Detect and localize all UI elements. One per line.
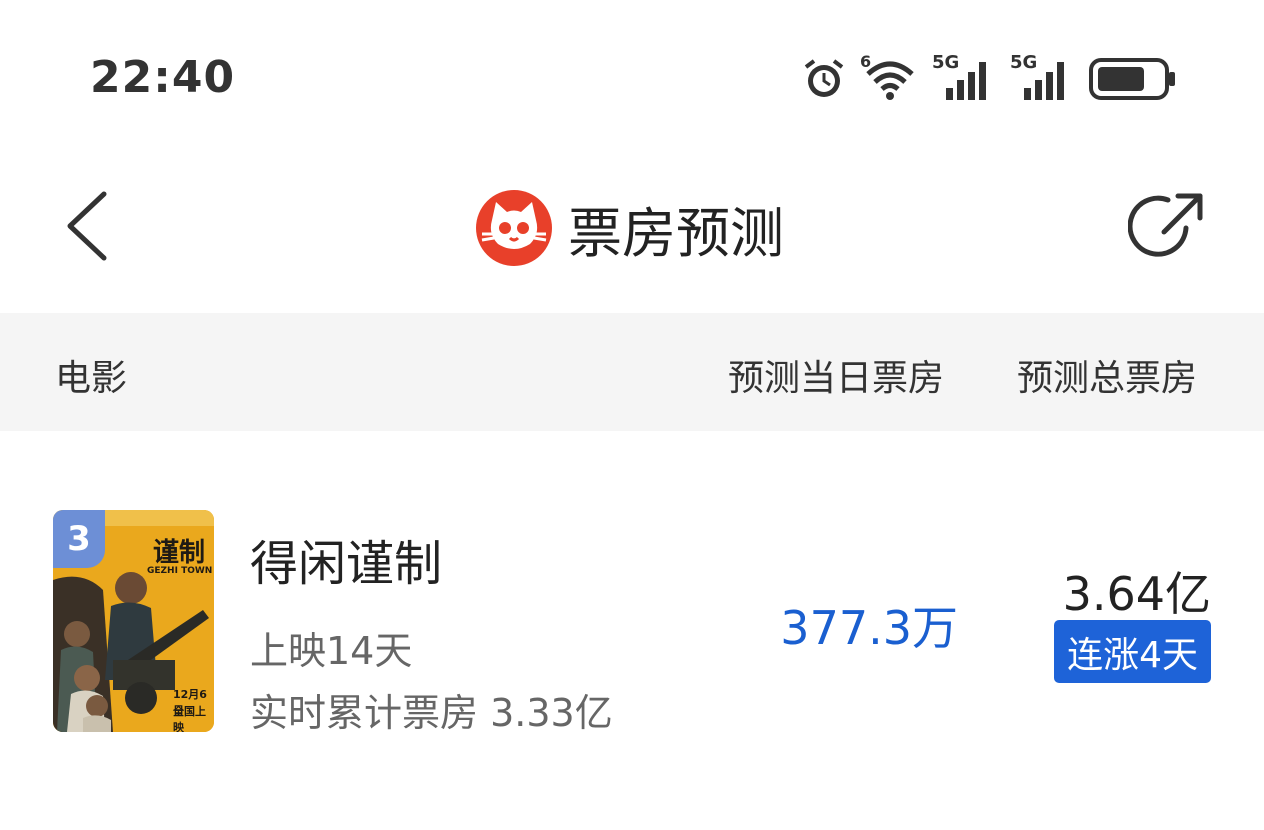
trend-badge: 连涨4天 bbox=[1054, 620, 1211, 683]
poster-subtitle-mark: GEZHI TOWN bbox=[147, 566, 213, 576]
net-label-2: 5G bbox=[1010, 52, 1038, 73]
table-header: 电影 预测当日票房 预测总票房 bbox=[0, 313, 1264, 431]
header-total-forecast[interactable]: 预测总票房 bbox=[1017, 349, 1197, 401]
daily-forecast-value: 377.3万 bbox=[780, 601, 958, 655]
share-icon bbox=[1127, 193, 1203, 257]
status-bar: 22:40 6 5G 5G bbox=[0, 0, 1264, 160]
days-showing: 上映14天 bbox=[250, 629, 413, 673]
wifi-badge: 6 bbox=[860, 52, 872, 71]
status-icons: 6 5G 5G bbox=[802, 52, 1178, 102]
share-button[interactable] bbox=[1127, 188, 1208, 268]
cumulative-box-office: 实时累计票房 3.33亿 bbox=[250, 691, 613, 735]
poster-release-mark: 全国上映 bbox=[173, 705, 206, 732]
movie-title[interactable]: 得闲谨制 bbox=[250, 524, 442, 594]
wifi-icon: 6 bbox=[860, 52, 918, 102]
title-group: 票房预测 bbox=[474, 188, 784, 268]
rank-badge: 3 bbox=[53, 510, 105, 568]
alarm-icon bbox=[804, 59, 844, 97]
movie-poster[interactable]: 谨制 GEZHI TOWN 12月6日 全国上映 3 bbox=[53, 510, 214, 732]
signal-5g-icon: 5G bbox=[932, 52, 996, 102]
chevron-left-icon bbox=[67, 191, 107, 261]
header-movie: 电影 bbox=[55, 358, 128, 399]
page-title: 票房预测 bbox=[568, 201, 784, 265]
signal-5g-icon: 5G bbox=[1010, 52, 1074, 102]
poster-title-mark: 谨制 bbox=[153, 538, 206, 568]
nav-bar: 票房预测 bbox=[0, 160, 1264, 312]
header-daily-forecast[interactable]: 预测当日票房 bbox=[728, 349, 944, 401]
maoyan-cat-logo bbox=[476, 190, 552, 266]
net-label-1: 5G bbox=[932, 52, 960, 73]
back-button[interactable] bbox=[56, 190, 120, 262]
table-row[interactable]: 谨制 GEZHI TOWN 12月6日 全国上映 3 得闲谨制 上映14天 实时… bbox=[0, 480, 1264, 760]
status-time: 22:40 bbox=[90, 52, 236, 103]
battery-icon bbox=[1089, 58, 1175, 100]
total-forecast-value: 3.64亿 bbox=[1062, 567, 1211, 621]
